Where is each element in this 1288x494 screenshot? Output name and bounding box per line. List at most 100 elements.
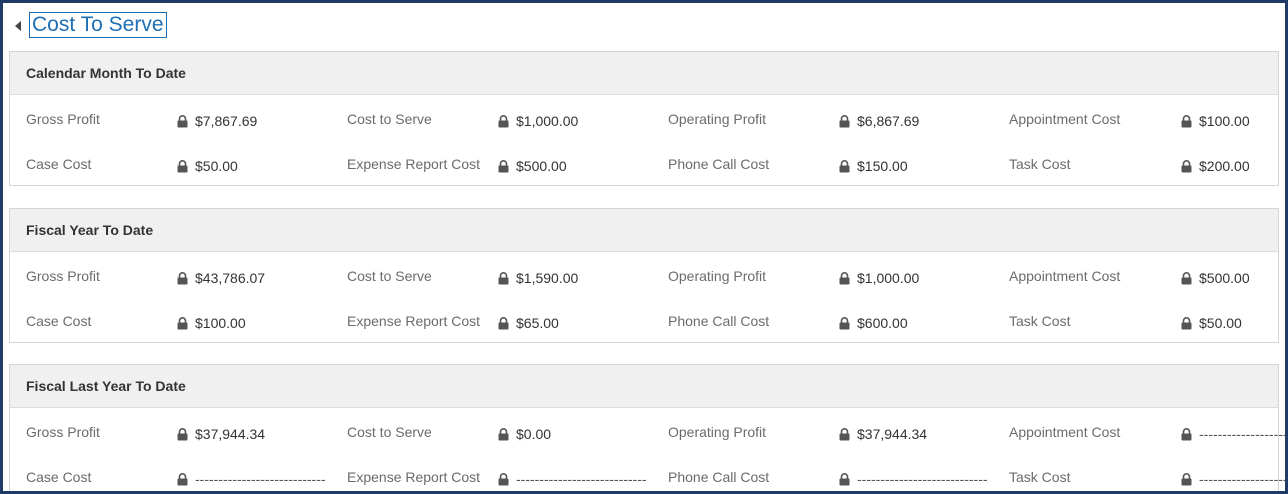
field-value[interactable]: $1,000.00 [498, 113, 578, 129]
field-label: Expense Report Cost [347, 313, 481, 329]
field-value[interactable]: $100.00 [1181, 113, 1250, 129]
field-label: Operating Profit [668, 424, 767, 440]
lock-icon [1181, 316, 1192, 330]
field-value[interactable]: $200.00 [1181, 158, 1250, 174]
field-value-text: $50.00 [1199, 315, 1242, 331]
field-value[interactable]: ---------------------------- [177, 471, 326, 487]
lock-icon [498, 271, 509, 285]
field-label: Cost to Serve [347, 268, 432, 284]
field-value-text: $1,000.00 [516, 113, 579, 129]
section-header: Cost To Serve [3, 3, 1285, 47]
field-label: Case Cost [26, 156, 92, 172]
field-label: Case Cost [26, 313, 92, 329]
field-label: Appointment Cost [1009, 424, 1121, 440]
field-label: Appointment Cost [1009, 268, 1121, 284]
field-row: Case Cost $50.00 Expense Report Cost $500.0… [10, 140, 1278, 185]
lock-icon [839, 316, 850, 330]
field-group: Fiscal Year To Date Gross Profit $43,786.0… [9, 208, 1279, 343]
field-value[interactable]: $1,000.00 [839, 270, 919, 286]
field-value[interactable]: $150.00 [839, 158, 908, 174]
lock-icon [177, 271, 188, 285]
field-value[interactable]: ---------------------------- [1181, 471, 1285, 487]
field-value-text: $6,867.69 [857, 113, 920, 129]
field-group: Calendar Month To Date Gross Profit $7,867… [9, 51, 1279, 186]
field-value[interactable]: $100.00 [177, 315, 246, 331]
field-value[interactable]: $0.00 [498, 426, 551, 442]
lock-icon [839, 114, 850, 128]
field-value-text: $0.00 [516, 426, 552, 442]
field-value-text: $65.00 [516, 315, 559, 331]
field-value-text: $50.00 [195, 158, 238, 174]
field-value[interactable]: $6,867.69 [839, 113, 919, 129]
field-label: Cost to Serve [347, 111, 432, 127]
field-value[interactable]: ---------------------------- [1181, 426, 1285, 442]
lock-icon [1181, 472, 1192, 486]
field-label: Task Cost [1009, 469, 1071, 485]
field-value-text: $1,590.00 [516, 270, 579, 286]
group-title: Fiscal Year To Date [10, 209, 1278, 252]
lock-icon [839, 472, 850, 486]
field-value-text: ---------------------------- [195, 471, 326, 487]
field-label: Task Cost [1009, 156, 1071, 172]
lock-icon [177, 159, 188, 173]
field-value[interactable]: $1,590.00 [498, 270, 578, 286]
field-value-text: $100.00 [195, 315, 246, 331]
field-label: Task Cost [1009, 313, 1071, 329]
collapse-arrow-icon[interactable] [15, 21, 21, 31]
field-label: Expense Report Cost [347, 156, 481, 172]
field-value-text: $150.00 [857, 158, 908, 174]
lock-icon [1181, 159, 1192, 173]
field-row: Case Cost $100.00 Expense Report Cost $65.0… [10, 297, 1278, 342]
field-value[interactable]: $50.00 [1181, 315, 1242, 331]
field-label: Expense Report Cost [347, 469, 481, 485]
field-value-text: $7,867.69 [195, 113, 258, 129]
field-value-text: $43,786.07 [195, 270, 266, 286]
lock-icon [1181, 114, 1192, 128]
field-value[interactable]: $43,786.07 [177, 270, 265, 286]
field-value-text: $500.00 [1199, 270, 1250, 286]
field-label: Appointment Cost [1009, 111, 1121, 127]
field-value[interactable]: $600.00 [839, 315, 908, 331]
lock-icon [177, 114, 188, 128]
field-value[interactable]: ---------------------------- [498, 471, 647, 487]
field-value[interactable]: $65.00 [498, 315, 559, 331]
group-title: Fiscal Last Year To Date [10, 365, 1278, 408]
field-value[interactable]: $37,944.34 [177, 426, 265, 442]
field-value[interactable]: $7,867.69 [177, 113, 257, 129]
field-value-text: $200.00 [1199, 158, 1250, 174]
field-row: Gross Profit $7,867.69 Cost to Serve $1,000… [10, 95, 1278, 140]
field-value-text: ---------------------------- [857, 471, 988, 487]
field-label: Phone Call Cost [668, 156, 770, 172]
field-value[interactable]: $37,944.34 [839, 426, 927, 442]
lock-icon [177, 427, 188, 441]
field-row: Gross Profit $37,944.34 Cost to Serve $0.00… [10, 408, 1285, 453]
field-value[interactable]: $500.00 [498, 158, 567, 174]
field-label: Gross Profit [26, 268, 100, 284]
lock-icon [498, 114, 509, 128]
field-value[interactable]: $500.00 [1181, 270, 1250, 286]
field-value-text: ---------------------------- [516, 471, 647, 487]
lock-icon [498, 159, 509, 173]
field-value-text: ---------------------------- [1199, 471, 1285, 487]
field-label: Gross Profit [26, 424, 100, 440]
lock-icon [839, 271, 850, 285]
field-value-text: $1,000.00 [857, 270, 920, 286]
field-row: Gross Profit $43,786.07 Cost to Serve $1,59… [10, 252, 1278, 297]
field-value-text: $37,944.34 [195, 426, 266, 442]
field-value[interactable]: $50.00 [177, 158, 238, 174]
lock-icon [498, 316, 509, 330]
field-label: Phone Call Cost [668, 313, 770, 329]
field-label: Phone Call Cost [668, 469, 770, 485]
lock-icon [498, 427, 509, 441]
section-title[interactable]: Cost To Serve [29, 12, 167, 38]
field-group: Fiscal Last Year To Date Gross Profit $37,… [9, 364, 1285, 491]
lock-icon [839, 427, 850, 441]
field-label: Case Cost [26, 469, 92, 485]
field-value-text: ---------------------------- [1199, 426, 1285, 442]
field-value-text: $500.00 [516, 158, 567, 174]
cost-to-serve-panel: Cost To Serve Calendar Month To Date Gros… [3, 3, 1285, 491]
field-value-text: $600.00 [857, 315, 908, 331]
field-value[interactable]: ---------------------------- [839, 471, 988, 487]
field-value-text: $37,944.34 [857, 426, 928, 442]
lock-icon [1181, 271, 1192, 285]
